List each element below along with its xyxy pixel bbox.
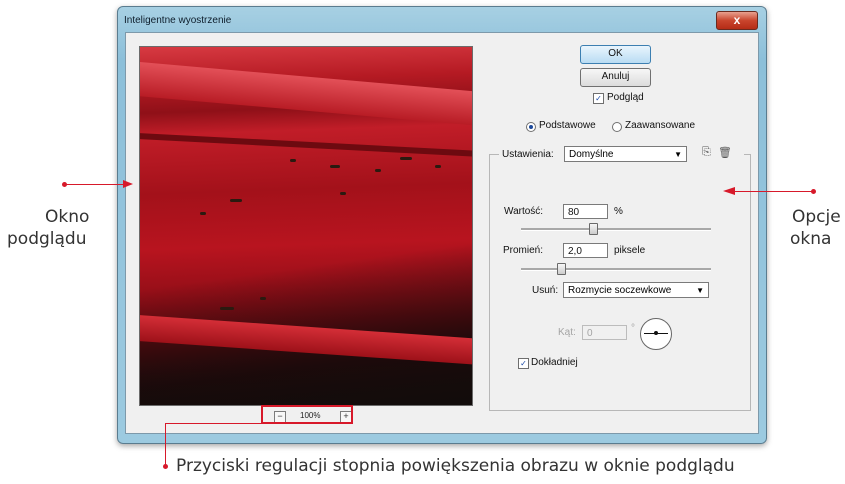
rust-spot (435, 165, 441, 168)
accurate-label: Dokładniej (531, 357, 578, 368)
boat-stripe (140, 61, 472, 127)
annotation-bottom-text: Przyciski regulacji stopnia powiększenia… (176, 456, 735, 476)
rust-spot (260, 297, 266, 300)
close-icon[interactable]: x (734, 13, 741, 27)
dialog-client-area: − 100% + OK Anuluj ✓ Podgląd Podstawowe … (125, 32, 759, 434)
window-title: Inteligentne wyostrzenie (124, 15, 232, 26)
advanced-label: Zaawansowane (625, 120, 696, 131)
preview-label: Podgląd (607, 92, 644, 103)
amount-input[interactable]: 80 (563, 204, 608, 219)
amount-slider-track[interactable] (521, 228, 711, 231)
arrow-left-icon (723, 187, 735, 195)
basic-label: Podstawowe (539, 120, 596, 131)
annotation-left-line2: podglądu (7, 229, 87, 249)
annotation-line-left (65, 184, 125, 185)
chevron-down-icon: ▼ (674, 150, 682, 159)
rust-spot (400, 157, 412, 160)
annotation-line-bottom-vertical (165, 423, 166, 465)
angle-label: Kąt: (558, 327, 576, 338)
ok-button[interactable]: OK (580, 45, 651, 64)
amount-unit: % (614, 206, 623, 217)
cancel-button[interactable]: Anuluj (580, 68, 651, 87)
advanced-radio[interactable] (612, 122, 622, 132)
rust-spot (375, 169, 381, 172)
remove-label: Usuń: (532, 285, 559, 296)
radius-unit: piksele (614, 245, 646, 256)
basic-radio[interactable] (526, 122, 536, 132)
save-preset-icon[interactable]: ⎘ (702, 146, 711, 159)
preview-pane[interactable] (139, 46, 473, 406)
boat-groove (140, 132, 472, 158)
radius-slider-track[interactable] (521, 268, 711, 271)
trash-icon[interactable]: 🗑 (718, 146, 732, 159)
dialog-window: Inteligentne wyostrzenie x − 100% + OK A… (117, 6, 767, 444)
accurate-checkbox[interactable]: ✓ (518, 358, 529, 369)
rust-spot (340, 192, 346, 195)
rust-spot (230, 199, 242, 202)
annotation-line-bottom-horizontal (165, 423, 262, 424)
rust-spot (290, 159, 296, 162)
radius-input[interactable]: 2,0 (563, 243, 608, 258)
annotation-dot-bottom (163, 464, 168, 469)
radius-slider-thumb[interactable] (556, 263, 566, 275)
chevron-down-icon: ▼ (696, 286, 704, 295)
settings-label: Ustawienia: (502, 149, 554, 160)
annotation-right-line1: Opcje (792, 207, 841, 227)
remove-value: Rozmycie soczewkowe (568, 285, 672, 296)
close-button[interactable]: x (716, 11, 758, 30)
annotation-left-line1: Okno (45, 207, 90, 227)
settings-value: Domyślne (569, 149, 614, 160)
settings-dropdown[interactable]: Domyślne ▼ (564, 146, 687, 162)
rust-spot (330, 165, 340, 168)
amount-label: Wartość: (504, 206, 544, 217)
remove-dropdown[interactable]: Rozmycie soczewkowe ▼ (563, 282, 709, 298)
radius-label: Promień: (503, 245, 544, 256)
amount-slider-thumb[interactable] (589, 223, 599, 235)
angle-input: 0 (582, 325, 627, 340)
zoom-highlight-box (261, 405, 353, 424)
boat-stripe-lower (140, 314, 472, 366)
preview-checkbox[interactable]: ✓ (593, 93, 604, 104)
rust-spot (220, 307, 234, 310)
title-bar: Inteligentne wyostrzenie x (124, 10, 760, 30)
angle-unit: ° (631, 323, 635, 334)
rust-spot (200, 212, 206, 215)
annotation-line-right (735, 191, 813, 192)
angle-dial (640, 318, 672, 350)
annotation-right-line2: okna (790, 229, 832, 249)
arrow-right-icon (123, 180, 133, 188)
